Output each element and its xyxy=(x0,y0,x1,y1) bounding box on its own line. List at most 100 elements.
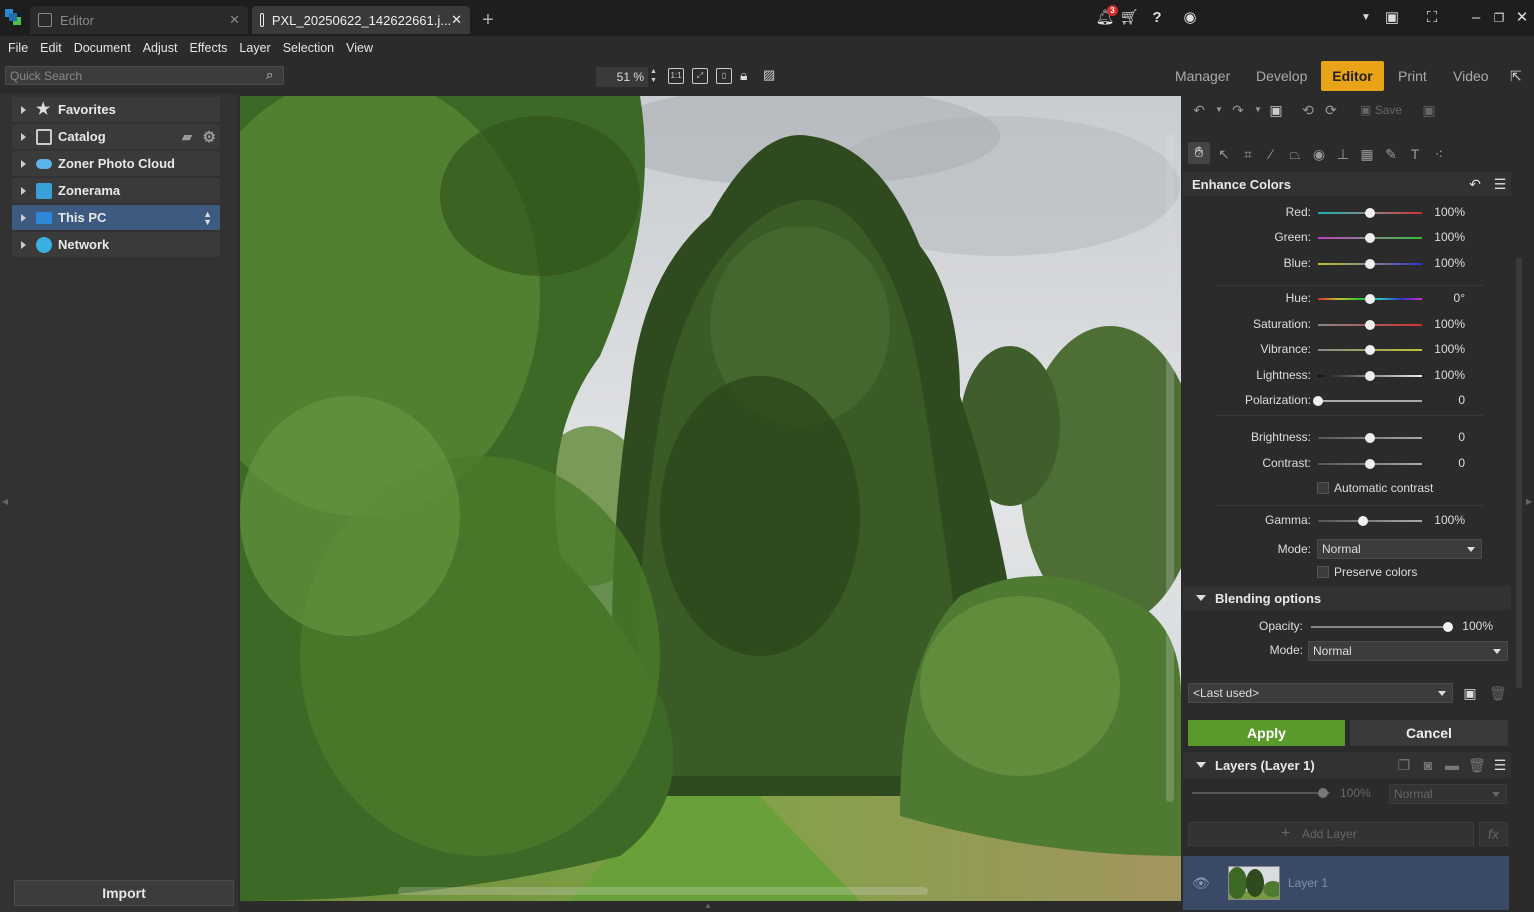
select-tool-icon[interactable]: ↖ xyxy=(1216,146,1232,162)
minimize-icon[interactable]: – xyxy=(1466,8,1486,28)
fit-icon[interactable]: ⤢ xyxy=(692,68,708,84)
fullscreen-icon[interactable]: ⛶ xyxy=(1422,8,1442,28)
lock-icon[interactable]: 🔒︎ xyxy=(740,67,754,85)
eye-icon[interactable]: 👁︎ xyxy=(1192,875,1208,891)
menu-view[interactable]: View xyxy=(346,41,373,55)
undo-icon[interactable]: ↶ xyxy=(1191,102,1207,118)
slider-knob[interactable] xyxy=(1358,516,1368,526)
cancel-button[interactable]: Cancel xyxy=(1350,720,1508,746)
opacity-slider[interactable] xyxy=(1311,626,1452,628)
nav-favorites[interactable]: ★ Favorites xyxy=(12,97,220,122)
preset-dropdown[interactable]: <Last used> xyxy=(1188,683,1453,703)
account-icon[interactable]: ◉ xyxy=(1180,8,1200,28)
delete-preset-icon[interactable]: 🗑︎ xyxy=(1489,685,1505,701)
new-tab-icon[interactable]: + xyxy=(478,8,498,32)
menu-file[interactable]: File xyxy=(8,41,28,55)
slider-knob[interactable] xyxy=(1313,396,1323,406)
module-develop[interactable]: Develop xyxy=(1248,61,1315,91)
collapse-bottom-icon[interactable]: ▲ xyxy=(704,901,716,909)
search-input[interactable]: Quick Search xyxy=(5,66,284,85)
panel-scrollbar[interactable] xyxy=(1516,258,1522,688)
zoom-field[interactable]: 51 % xyxy=(596,67,648,87)
slider-knob[interactable] xyxy=(1365,259,1375,269)
reset-icon[interactable]: ↶ xyxy=(1467,176,1483,192)
layer-mode-dropdown[interactable]: Normal xyxy=(1389,784,1507,804)
rotate-left-icon[interactable]: ⟲ xyxy=(1300,102,1316,118)
actual-size-icon[interactable]: 1:1 xyxy=(668,68,684,84)
auto-contrast-checkbox[interactable] xyxy=(1317,482,1329,494)
save-preset-icon[interactable]: ▣ xyxy=(1462,685,1478,701)
menu-effects[interactable]: Effects xyxy=(189,41,227,55)
module-editor[interactable]: Editor xyxy=(1321,61,1384,91)
straighten-tool-icon[interactable]: ⁄ xyxy=(1263,146,1279,162)
close-tab-icon[interactable]: ✕ xyxy=(451,12,462,28)
chevron-down-icon[interactable]: ▼ xyxy=(1356,8,1376,28)
folder-icon[interactable]: ▬ xyxy=(1444,757,1460,773)
restore-icon[interactable]: ❐ xyxy=(1489,8,1509,28)
nav-catalog[interactable]: Catalog ▰ ⚙ xyxy=(12,124,220,149)
rotate-right-icon[interactable]: ⟳ xyxy=(1323,102,1339,118)
blend-mode-dropdown[interactable]: Normal xyxy=(1308,641,1508,661)
more-tools-icon[interactable]: ⁖ xyxy=(1431,146,1447,162)
compare-icon[interactable]: ▯ xyxy=(716,68,732,84)
save-button[interactable]: ▣ Save xyxy=(1360,100,1412,120)
close-icon[interactable]: ✕ xyxy=(1512,8,1532,28)
apply-button[interactable]: Apply xyxy=(1188,720,1345,746)
app-logo-icon[interactable] xyxy=(5,9,21,25)
chevron-down-icon[interactable]: ▼ xyxy=(1250,102,1266,118)
menu-adjust[interactable]: Adjust xyxy=(143,41,178,55)
tab-editor[interactable]: Editor ✕ xyxy=(30,6,248,34)
search-icon[interactable]: ⌕ xyxy=(266,67,280,81)
slider-knob[interactable] xyxy=(1365,371,1375,381)
redo-icon[interactable]: ↷ xyxy=(1230,102,1246,118)
import-button[interactable]: Import xyxy=(14,880,234,906)
preserve-colors-checkbox[interactable] xyxy=(1317,566,1329,578)
menu-selection[interactable]: Selection xyxy=(283,41,334,55)
nav-this-pc[interactable]: This PC ▲▼ xyxy=(12,205,220,230)
collapse-left-icon[interactable]: ◀ xyxy=(2,497,8,507)
photo-canvas[interactable] xyxy=(240,96,1181,901)
nav-zoner-cloud[interactable]: Zoner Photo Cloud xyxy=(12,151,220,176)
horizontal-scrollbar[interactable] xyxy=(398,887,928,895)
close-tab-icon[interactable]: ✕ xyxy=(229,12,240,28)
save-as-icon[interactable]: ▣ xyxy=(1421,102,1437,118)
layers-menu-icon[interactable]: ☰ xyxy=(1492,757,1508,773)
chevron-down-icon[interactable]: ▼ xyxy=(1211,102,1227,118)
brush-tool-icon[interactable]: ✎ xyxy=(1383,146,1399,162)
cart-icon[interactable]: 🛒︎ xyxy=(1119,8,1139,28)
slider-knob[interactable] xyxy=(1365,433,1375,443)
menu-edit[interactable]: Edit xyxy=(40,41,62,55)
mask-icon[interactable]: ◙ xyxy=(1420,757,1436,773)
slider-knob[interactable] xyxy=(1365,459,1375,469)
crop-tool-icon[interactable]: ⌗ xyxy=(1240,146,1256,162)
selection-tool-icon[interactable]: ▦ xyxy=(1359,146,1375,162)
add-folder-icon[interactable]: ▰ xyxy=(182,129,192,145)
mode-dropdown[interactable]: Normal xyxy=(1317,539,1482,559)
menu-icon[interactable]: ☰ xyxy=(1492,176,1508,192)
image-icon[interactable]: ▣ xyxy=(1268,102,1284,118)
slider-knob[interactable] xyxy=(1365,208,1375,218)
text-tool-icon[interactable]: T xyxy=(1407,146,1423,162)
sort-icon[interactable]: ▲▼ xyxy=(203,210,212,226)
add-layer-button[interactable]: + Add Layer xyxy=(1188,822,1474,846)
display-icon[interactable]: ▣ xyxy=(1382,8,1402,28)
nav-zonerama[interactable]: Zonerama xyxy=(12,178,220,203)
module-print[interactable]: Print xyxy=(1390,61,1435,91)
fx-button[interactable]: fx xyxy=(1479,822,1508,846)
menu-document[interactable]: Document xyxy=(74,41,131,55)
module-manager[interactable]: Manager xyxy=(1167,61,1238,91)
slider-knob[interactable] xyxy=(1318,788,1328,798)
collapse-right-icon[interactable]: ▶ xyxy=(1526,497,1532,507)
nav-network[interactable]: Network xyxy=(12,232,220,257)
vertical-scrollbar[interactable] xyxy=(1166,132,1174,802)
slider-knob[interactable] xyxy=(1365,320,1375,330)
hand-tool-icon[interactable]: ✋︎ xyxy=(1188,142,1210,164)
gear-icon[interactable]: ⚙ xyxy=(203,128,216,146)
menu-layer[interactable]: Layer xyxy=(239,41,270,55)
module-video[interactable]: Video xyxy=(1445,61,1497,91)
red-eye-tool-icon[interactable]: ◉ xyxy=(1311,146,1327,162)
slider-knob[interactable] xyxy=(1365,233,1375,243)
retouch-tool-icon[interactable]: ⊥ xyxy=(1335,146,1351,162)
zoom-stepper-icon[interactable]: ▲▼ xyxy=(650,67,658,87)
perspective-tool-icon[interactable]: ⏢ xyxy=(1287,146,1303,162)
